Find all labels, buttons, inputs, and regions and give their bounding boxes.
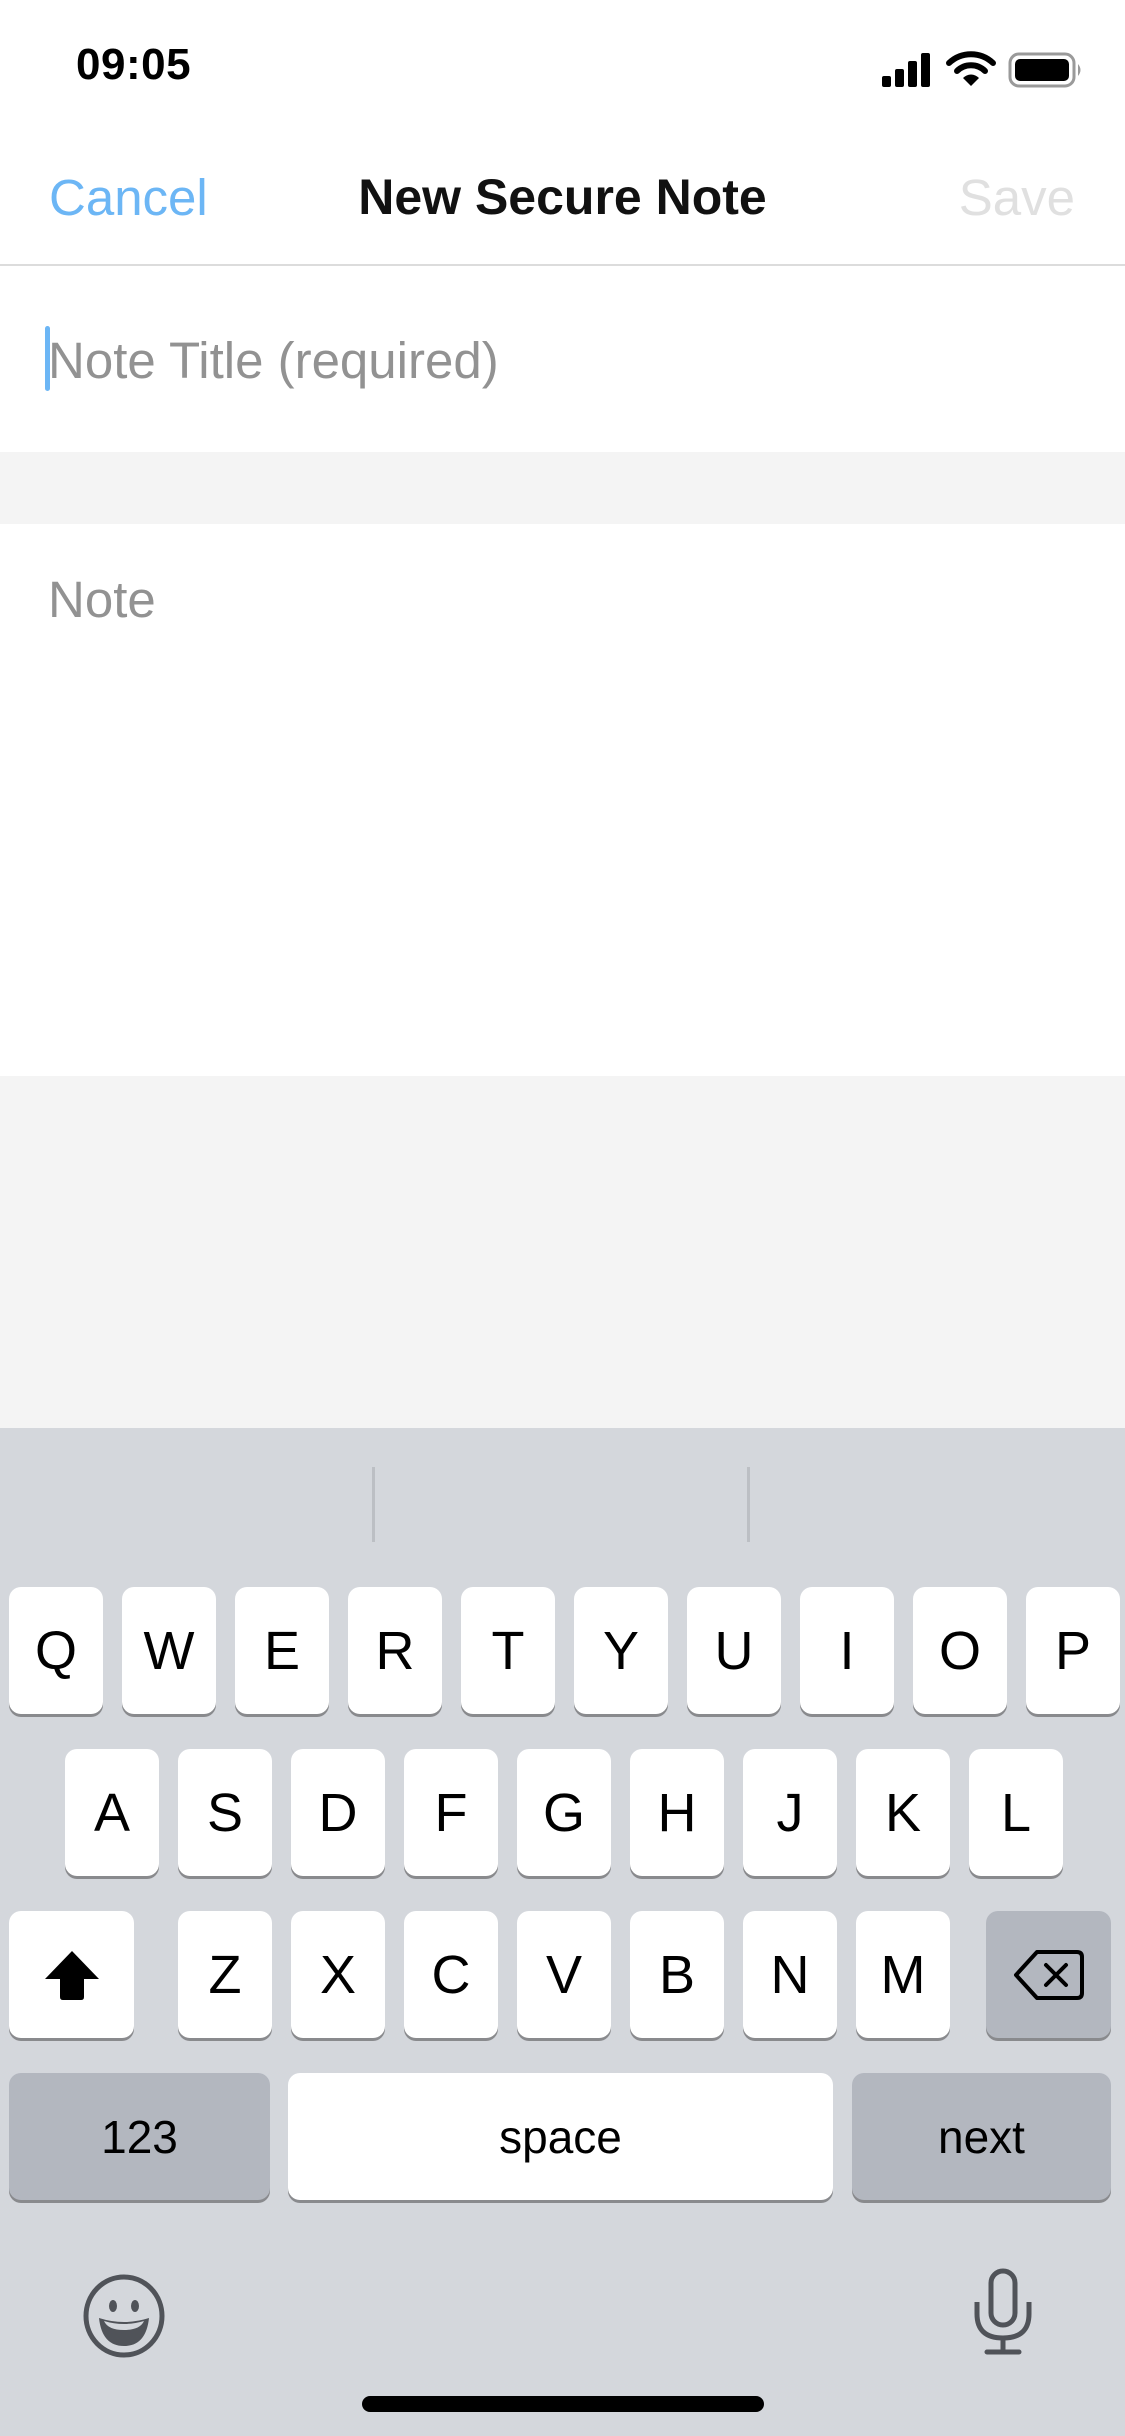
text-cursor xyxy=(45,326,50,391)
key-v[interactable]: V xyxy=(517,1911,611,2038)
page-title: New Secure Note xyxy=(358,169,767,225)
key-e[interactable]: E xyxy=(235,1587,329,1714)
battery-icon xyxy=(1008,52,1081,88)
wifi-icon xyxy=(946,51,996,86)
key-w[interactable]: W xyxy=(122,1587,216,1714)
status-time: 09:05 xyxy=(76,40,192,89)
key-h[interactable]: H xyxy=(630,1749,724,1876)
empty-background xyxy=(0,1076,1125,1428)
emoji-icon[interactable] xyxy=(82,2274,166,2358)
note-title-input[interactable] xyxy=(48,320,1078,400)
numbers-key[interactable]: 123 xyxy=(9,2073,270,2200)
key-q[interactable]: Q xyxy=(9,1587,103,1714)
microphone-icon[interactable] xyxy=(972,2268,1034,2356)
suggestion-divider xyxy=(747,1467,750,1542)
key-a[interactable]: A xyxy=(65,1749,159,1876)
key-s[interactable]: S xyxy=(178,1749,272,1876)
key-l[interactable]: L xyxy=(969,1749,1063,1876)
key-f[interactable]: F xyxy=(404,1749,498,1876)
key-t[interactable]: T xyxy=(461,1587,555,1714)
key-d[interactable]: D xyxy=(291,1749,385,1876)
shift-icon xyxy=(44,1950,99,2000)
section-separator xyxy=(0,452,1125,524)
save-button[interactable]: Save xyxy=(959,168,1075,227)
key-y[interactable]: Y xyxy=(574,1587,668,1714)
key-g[interactable]: G xyxy=(517,1749,611,1876)
space-key[interactable]: space xyxy=(288,2073,833,2200)
delete-key[interactable] xyxy=(986,1911,1111,2038)
shift-key[interactable] xyxy=(9,1911,134,2038)
key-i[interactable]: I xyxy=(800,1587,894,1714)
key-j[interactable]: J xyxy=(743,1749,837,1876)
key-r[interactable]: R xyxy=(348,1587,442,1714)
suggestion-divider xyxy=(372,1467,375,1542)
key-u[interactable]: U xyxy=(687,1587,781,1714)
key-c[interactable]: C xyxy=(404,1911,498,2038)
key-n[interactable]: N xyxy=(743,1911,837,2038)
home-indicator[interactable] xyxy=(362,2396,764,2412)
cellular-signal-icon xyxy=(882,53,930,87)
key-k[interactable]: K xyxy=(856,1749,950,1876)
key-o[interactable]: O xyxy=(913,1587,1007,1714)
delete-icon xyxy=(1013,1949,1084,2000)
key-m[interactable]: M xyxy=(856,1911,950,2038)
key-z[interactable]: Z xyxy=(178,1911,272,2038)
key-p[interactable]: P xyxy=(1026,1587,1120,1714)
next-key[interactable]: next xyxy=(852,2073,1111,2200)
key-b[interactable]: B xyxy=(630,1911,724,2038)
key-x[interactable]: X xyxy=(291,1911,385,2038)
note-body-input[interactable] xyxy=(48,570,1078,1050)
